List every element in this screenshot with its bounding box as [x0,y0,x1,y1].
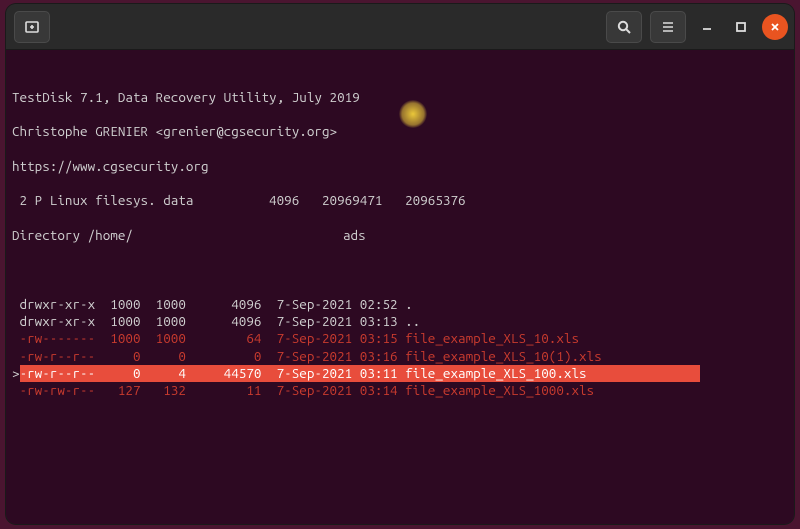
minimize-button[interactable] [694,14,720,40]
terminal-body[interactable]: TestDisk 7.1, Data Recovery Utility, Jul… [6,50,794,524]
directory-line: Directory /home/ads [12,227,788,244]
file-row[interactable]: -rw-r--r-- 0 0 0 7-Sep-2021 03:16 file_e… [12,348,788,365]
maximize-button[interactable] [728,14,754,40]
url-line: https://www.cgsecurity.org [12,158,788,175]
file-row[interactable]: drwxr-xr-x 1000 1000 4096 7-Sep-2021 02:… [12,296,788,313]
new-tab-button[interactable] [14,11,50,43]
file-listing: drwxr-xr-x 1000 1000 4096 7-Sep-2021 02:… [12,296,788,400]
author-line: Christophe GRENIER <grenier@cgsecurity.o… [12,123,788,140]
directory-suffix: ads [343,227,366,243]
file-row[interactable]: -rw-rw-r-- 127 132 11 7-Sep-2021 03:14 f… [12,382,788,399]
partition-line: 2 P Linux filesys. data 4096 20969471 20… [12,192,788,209]
titlebar [6,4,794,50]
file-row[interactable]: >-rw-r--r-- 0 4 44570 7-Sep-2021 03:11 f… [12,365,788,382]
close-button[interactable] [762,14,788,40]
file-row[interactable]: drwxr-xr-x 1000 1000 4096 7-Sep-2021 03:… [12,313,788,330]
menu-button[interactable] [650,11,686,43]
directory-label: Directory /home/ [12,227,133,243]
file-row[interactable]: -rw------- 1000 1000 64 7-Sep-2021 03:15… [12,330,788,347]
terminal-window: TestDisk 7.1, Data Recovery Utility, Jul… [6,4,794,524]
search-button[interactable] [606,11,642,43]
app-title: TestDisk 7.1, Data Recovery Utility, Jul… [12,89,788,106]
